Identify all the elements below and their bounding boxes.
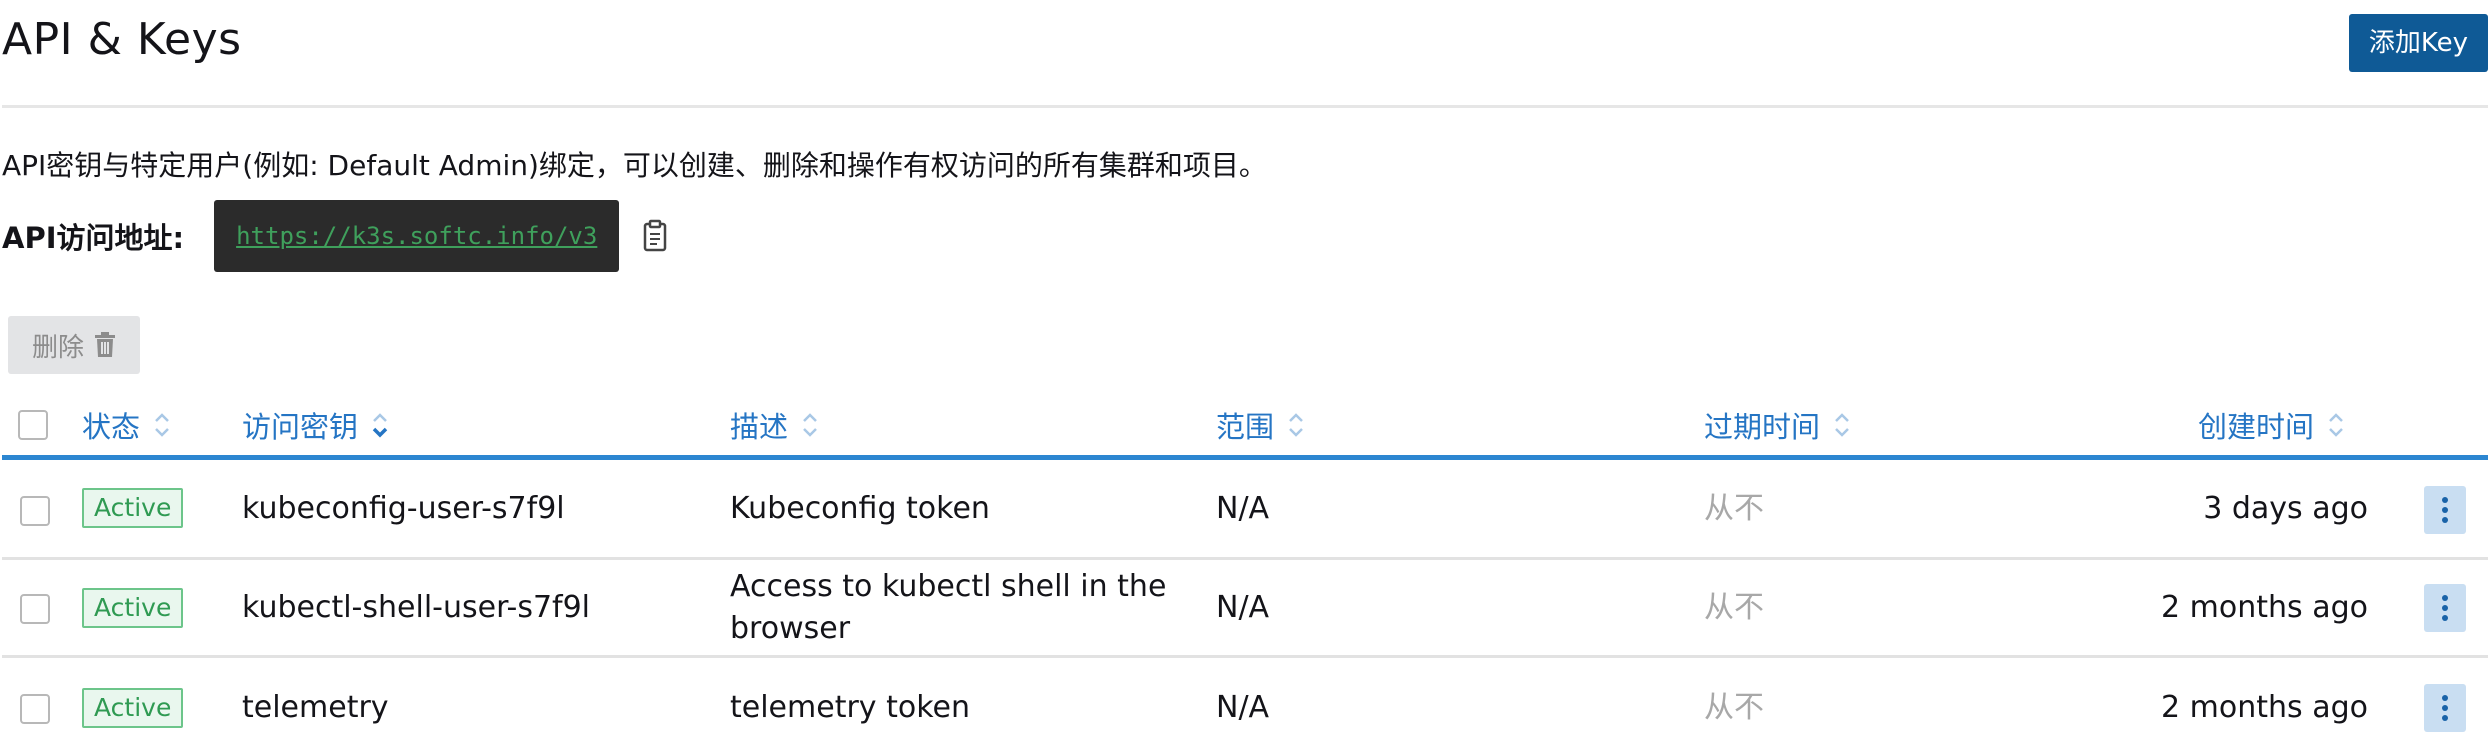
table-row: Active kubectl-shell-user-s7f9l Access t… — [2, 560, 2488, 658]
sort-icon — [155, 413, 169, 437]
table-row: Active kubeconfig-user-s7f9l Kubeconfig … — [2, 460, 2488, 560]
table-row: Active telemetry telemetry token N/A 从不 … — [2, 658, 2488, 754]
access-key-cell: kubectl-shell-user-s7f9l — [242, 590, 591, 625]
column-label-scope: 范围 — [1216, 410, 1275, 444]
sort-icon — [2329, 413, 2343, 437]
api-keys-table: 状态 访问密钥 描述 范围 过期时间 创建时间 Active kubeconfi… — [2, 394, 2488, 754]
column-header-access-key[interactable]: 访问密钥 — [242, 404, 390, 446]
description-cell: telemetry token — [730, 690, 970, 725]
description-cell: Kubeconfig token — [730, 491, 990, 526]
access-key-cell: telemetry — [242, 690, 389, 725]
scope-cell: N/A — [1216, 690, 1270, 725]
created-cell: 3 days ago — [2203, 491, 2368, 526]
api-endpoint-row: API访问地址: https://k3s.softc.info/v3 — [2, 200, 671, 272]
row-checkbox[interactable] — [20, 594, 50, 624]
column-label-description: 描述 — [730, 410, 789, 444]
clipboard-icon[interactable] — [641, 219, 671, 253]
column-label-access-key: 访问密钥 — [242, 410, 359, 444]
sort-descending-icon — [372, 413, 388, 438]
trash-icon — [95, 332, 115, 357]
column-header-state[interactable]: 状态 — [82, 404, 172, 446]
api-endpoint-link[interactable]: https://k3s.softc.info/v3 — [236, 222, 597, 250]
row-checkbox[interactable] — [20, 496, 50, 526]
column-header-expires[interactable]: 过期时间 — [1704, 404, 1852, 446]
api-endpoint-box: https://k3s.softc.info/v3 — [214, 200, 620, 272]
row-actions-button[interactable] — [2424, 684, 2466, 732]
scope-cell: N/A — [1216, 590, 1270, 625]
column-label-expires: 过期时间 — [1704, 410, 1821, 444]
kebab-menu-icon — [2442, 595, 2448, 621]
column-header-description[interactable]: 描述 — [730, 404, 820, 446]
add-key-button[interactable]: 添加Key — [2348, 14, 2488, 72]
expires-cell: 从不 — [1704, 590, 1764, 625]
kebab-menu-icon — [2442, 497, 2448, 523]
expires-cell: 从不 — [1704, 690, 1764, 725]
row-actions-button[interactable] — [2424, 584, 2466, 632]
access-key-cell: kubeconfig-user-s7f9l — [242, 491, 565, 526]
status-badge: Active — [82, 688, 184, 728]
expires-cell: 从不 — [1704, 491, 1764, 526]
row-actions-button[interactable] — [2424, 486, 2466, 534]
row-checkbox[interactable] — [20, 694, 50, 724]
column-header-scope[interactable]: 范围 — [1216, 404, 1306, 446]
bulk-delete-label: 删除 — [31, 332, 84, 363]
api-endpoint-label: API访问地址: — [2, 221, 185, 255]
table-header: 状态 访问密钥 描述 范围 过期时间 创建时间 — [2, 394, 2488, 460]
sort-icon — [803, 413, 817, 437]
created-cell: 2 months ago — [2161, 590, 2368, 625]
select-all-checkbox[interactable] — [18, 410, 48, 440]
bulk-delete-button[interactable]: 删除 — [8, 316, 140, 374]
status-badge: Active — [82, 488, 184, 528]
description-cell: Access to kubectl shell in the browser — [730, 569, 1167, 646]
column-header-created[interactable]: 创建时间 — [2198, 404, 2346, 446]
column-label-created: 创建时间 — [2198, 410, 2315, 444]
kebab-menu-icon — [2442, 695, 2448, 721]
status-badge: Active — [82, 588, 184, 628]
created-cell: 2 months ago — [2161, 690, 2368, 725]
column-label-state: 状态 — [82, 410, 141, 444]
api-key-description: API密钥与特定用户(例如: Default Admin)绑定，可以创建、删除和… — [2, 149, 1267, 182]
sort-icon — [1835, 413, 1849, 437]
scope-cell: N/A — [1216, 491, 1270, 526]
page-header: API & Keys 添加Key — [2, 0, 2488, 108]
page-title: API & Keys — [2, 14, 242, 65]
sort-icon — [1289, 413, 1303, 437]
api-keys-page: API & Keys 添加Key API密钥与特定用户(例如: Default … — [0, 0, 2492, 754]
